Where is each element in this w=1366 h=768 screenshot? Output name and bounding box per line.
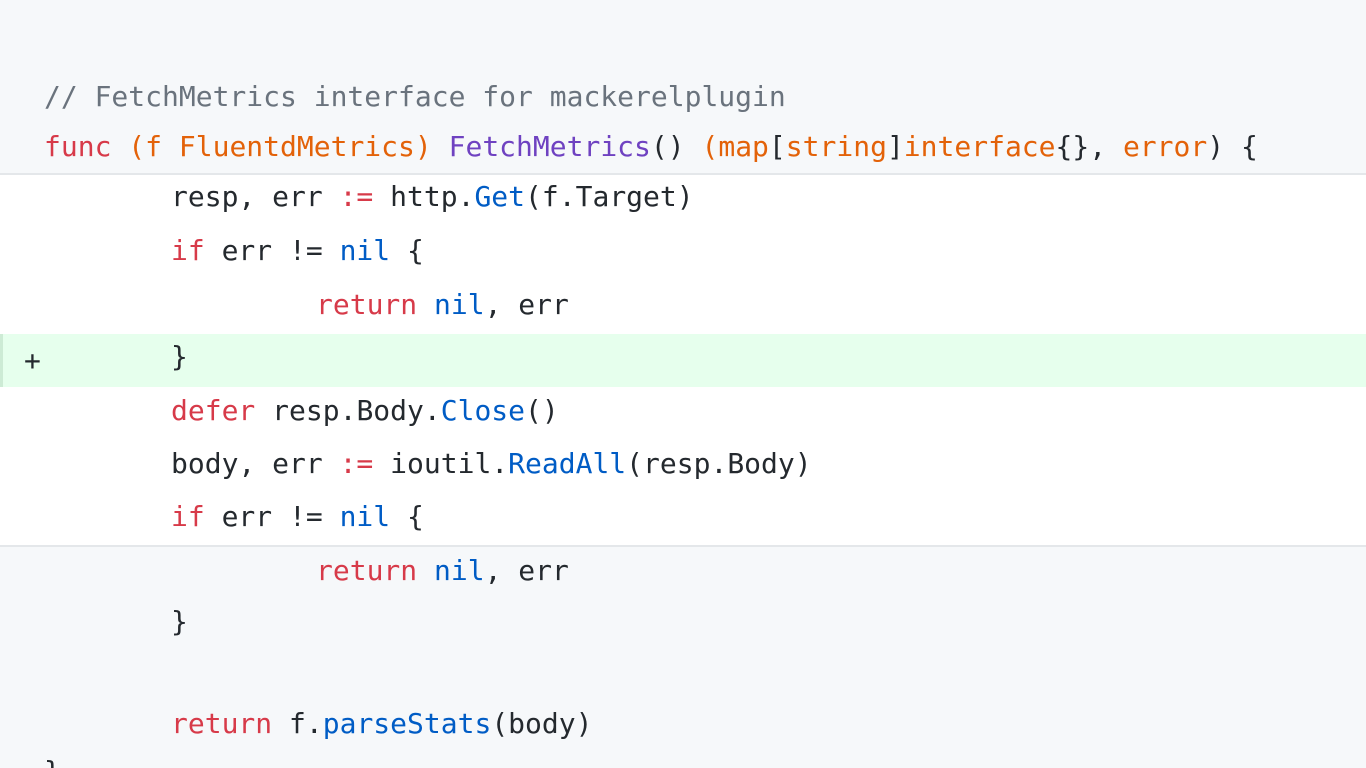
code-token: nil xyxy=(434,288,485,321)
code-token: () xyxy=(525,394,559,427)
added-line-highlight xyxy=(0,334,1366,387)
code-token: Get xyxy=(474,180,526,213)
code-token: , err xyxy=(484,288,569,321)
code-token: (resp.Body) xyxy=(626,447,812,480)
code-token: := xyxy=(339,447,374,480)
code-token: := xyxy=(339,180,374,213)
code-token: ioutil. xyxy=(373,447,509,480)
code-line-return-parse: return f.parseStats(body) xyxy=(0,649,592,740)
code-token: if xyxy=(171,500,205,533)
code-token: nil xyxy=(434,554,485,587)
code-token: Close xyxy=(440,394,526,427)
code-text: if err != nil { xyxy=(171,492,424,542)
code-token: () xyxy=(650,130,702,163)
code-token: } xyxy=(44,755,61,768)
code-line-func-end: } xyxy=(0,697,67,768)
code-text: if err != nil { xyxy=(171,226,424,276)
code-token: { xyxy=(390,234,424,267)
code-token: (f.Target) xyxy=(525,180,694,213)
code-diff-view: // FetchMetrics interface for mackerelpl… xyxy=(0,0,1366,768)
code-token: FluentdMetrics xyxy=(178,130,415,163)
code-token: return xyxy=(171,707,273,740)
code-text: } xyxy=(44,747,61,768)
code-token: FetchMetrics xyxy=(448,130,651,163)
code-token: string xyxy=(785,130,887,163)
code-token: map xyxy=(718,130,769,163)
code-token: (body) xyxy=(491,707,593,740)
code-text: // FetchMetrics interface for mackerelpl… xyxy=(44,72,786,122)
code-token: ) xyxy=(414,130,432,163)
code-token: resp.Body. xyxy=(255,394,441,427)
code-text: } xyxy=(171,332,188,382)
code-token: return xyxy=(316,288,418,321)
code-line-comment: // FetchMetrics interface for mackerelpl… xyxy=(0,22,786,113)
code-token: return xyxy=(316,554,418,587)
added-line-marker: + xyxy=(24,344,41,377)
code-line-close-brace: } xyxy=(0,547,188,638)
code-token: ( xyxy=(701,130,719,163)
code-line-http-get: resp, err := http.Get(f.Target) xyxy=(0,122,694,213)
code-line-return-err: return nil, err xyxy=(0,230,569,321)
code-text: return f.parseStats(body) xyxy=(171,699,592,749)
code-text: return nil, err xyxy=(316,280,569,330)
code-token: nil xyxy=(339,500,391,533)
code-token: {}, xyxy=(1055,130,1123,163)
code-token: body, err xyxy=(171,447,340,480)
code-line-return-err: return nil, err xyxy=(0,496,569,587)
code-line-readall: body, err := ioutil.ReadAll(resp.Body) xyxy=(0,389,812,480)
code-token: resp, err xyxy=(171,180,340,213)
code-token: // FetchMetrics interface for mackerelpl… xyxy=(44,80,786,113)
code-token: interface xyxy=(903,130,1056,163)
code-token: err != xyxy=(204,500,340,533)
code-token: defer xyxy=(171,394,256,427)
code-token: } xyxy=(171,340,188,373)
code-token: parseStats xyxy=(322,707,492,740)
code-token: nil xyxy=(339,234,391,267)
code-token: error xyxy=(1122,130,1208,163)
code-text: body, err := ioutil.ReadAll(resp.Body) xyxy=(171,439,812,489)
code-line-if-err: if err != nil { xyxy=(0,176,424,267)
code-token: ) { xyxy=(1207,130,1258,163)
code-token: } xyxy=(171,605,188,638)
code-token: err != xyxy=(204,234,340,267)
code-token: ] xyxy=(886,130,904,163)
code-token: , err xyxy=(484,554,569,587)
code-line-close-brace: } xyxy=(0,282,188,373)
code-line-if-err: if err != nil { xyxy=(0,442,424,533)
code-line-func-signature: func (f FluentdMetrics) FetchMetrics() (… xyxy=(0,72,1258,163)
code-text: resp, err := http.Get(f.Target) xyxy=(171,172,694,222)
code-text: } xyxy=(171,597,188,647)
code-token: [ xyxy=(768,130,786,163)
code-token: if xyxy=(171,234,205,267)
code-text: func (f FluentdMetrics) FetchMetrics() (… xyxy=(44,122,1258,172)
code-token: ReadAll xyxy=(508,447,627,480)
code-token: { xyxy=(390,500,424,533)
code-token: http. xyxy=(373,180,475,213)
code-text: defer resp.Body.Close() xyxy=(171,386,559,436)
code-token: (f xyxy=(128,130,179,163)
code-token: f. xyxy=(272,707,323,740)
code-text: return nil, err xyxy=(316,546,569,596)
